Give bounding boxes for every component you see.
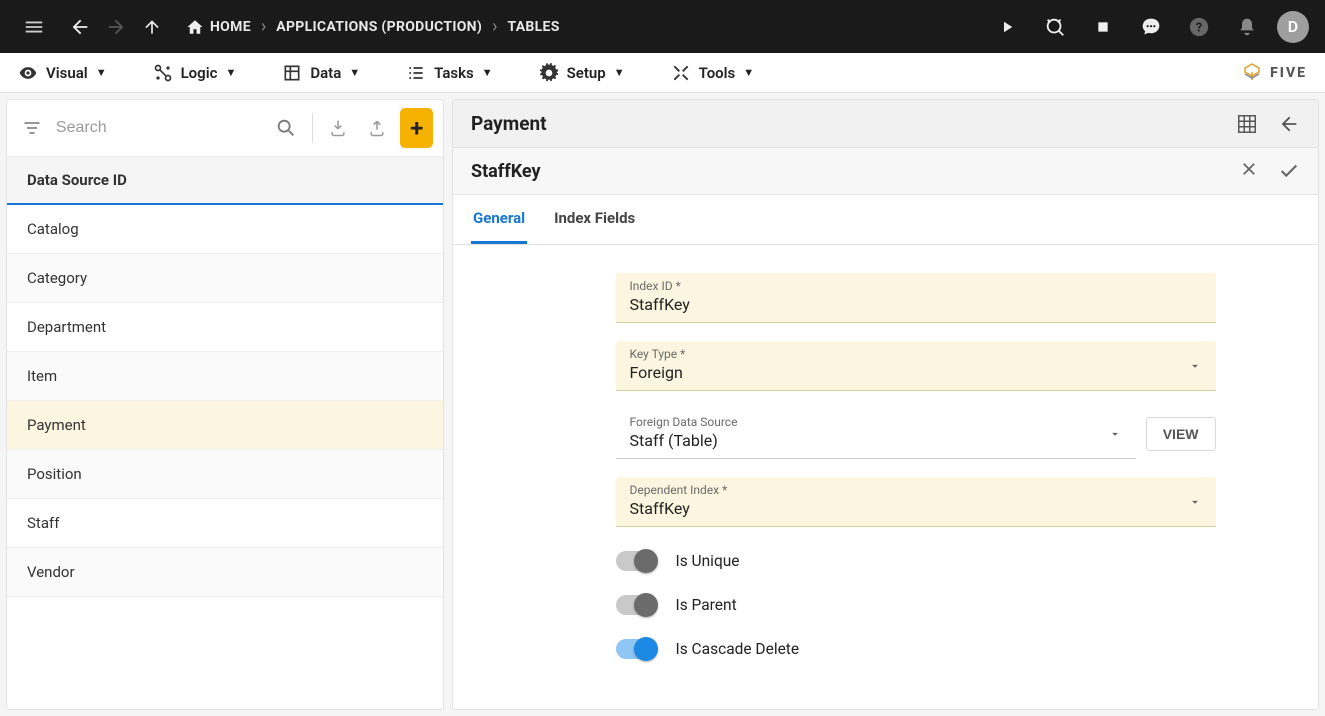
- field-label: Foreign Data Source: [630, 415, 1122, 429]
- field-key-type[interactable]: Key Type * Foreign: [616, 341, 1216, 391]
- search-input[interactable]: [56, 119, 263, 137]
- list-item[interactable]: Position: [7, 450, 443, 499]
- toggle-label: Is Unique: [676, 552, 740, 570]
- list-item[interactable]: Department: [7, 303, 443, 352]
- menu-tasks[interactable]: Tasks ▼: [406, 63, 492, 83]
- bell-icon[interactable]: [1229, 9, 1265, 45]
- field-foreign-data-source[interactable]: Foreign Data Source Staff (Table): [616, 409, 1136, 459]
- chevron-right-icon: ›: [492, 16, 497, 37]
- forward-icon: [98, 9, 134, 45]
- chevron-down-icon: ▼: [349, 66, 360, 79]
- play-icon[interactable]: [989, 9, 1025, 45]
- list-item[interactable]: Vendor: [7, 548, 443, 597]
- tab-general[interactable]: General: [471, 195, 527, 244]
- export-icon[interactable]: [362, 109, 393, 147]
- tab-index-fields[interactable]: Index Fields: [552, 195, 637, 244]
- toggle-is-unique[interactable]: [616, 551, 654, 571]
- field-value: StaffKey: [630, 499, 1202, 518]
- list-item[interactable]: Catalog: [7, 205, 443, 254]
- close-icon[interactable]: [1240, 160, 1258, 182]
- breadcrumb-home[interactable]: HOME: [186, 18, 251, 36]
- menu-tasks-label: Tasks: [434, 64, 474, 82]
- chevron-down-icon: ▼: [96, 66, 107, 79]
- field-label: Index ID *: [630, 279, 1202, 293]
- grid-view-icon[interactable]: [1236, 113, 1258, 135]
- menu-setup[interactable]: Setup ▼: [539, 63, 625, 83]
- avatar[interactable]: D: [1277, 11, 1309, 43]
- import-icon[interactable]: [323, 109, 354, 147]
- check-icon[interactable]: [1278, 160, 1300, 182]
- menu-setup-label: Setup: [567, 64, 606, 82]
- field-value: Staff (Table): [630, 431, 1122, 450]
- inspect-icon[interactable]: [1037, 9, 1073, 45]
- back-arrow-icon[interactable]: [1278, 113, 1300, 135]
- chevron-down-icon: ▼: [614, 66, 625, 79]
- field-value: Foreign: [630, 363, 1202, 382]
- chevron-down-icon: [1108, 427, 1122, 441]
- view-button[interactable]: VIEW: [1146, 417, 1216, 451]
- chevron-down-icon: [1188, 495, 1202, 509]
- filter-icon[interactable]: [17, 109, 48, 147]
- list-item[interactable]: Payment: [7, 401, 443, 450]
- menu-data-label: Data: [310, 64, 341, 82]
- toggle-is-cascade-delete[interactable]: [616, 639, 654, 659]
- chevron-down-icon: ▼: [482, 66, 493, 79]
- search-icon[interactable]: [271, 109, 302, 147]
- field-dependent-index[interactable]: Dependent Index * StaffKey: [616, 477, 1216, 527]
- chevron-down-icon: ▼: [743, 66, 754, 79]
- toggle-is-parent[interactable]: [616, 595, 654, 615]
- list-item[interactable]: Item: [7, 352, 443, 401]
- avatar-initial: D: [1288, 17, 1298, 36]
- menu-icon[interactable]: [16, 9, 52, 45]
- logo-text: FIVE: [1270, 65, 1307, 81]
- help-icon[interactable]: ?: [1181, 9, 1217, 45]
- toggle-label: Is Cascade Delete: [676, 640, 800, 658]
- menu-logic-label: Logic: [181, 64, 218, 82]
- back-icon[interactable]: [62, 9, 98, 45]
- menu-data[interactable]: Data ▼: [282, 63, 360, 83]
- chat-icon[interactable]: [1133, 9, 1169, 45]
- menu-visual[interactable]: Visual ▼: [18, 63, 107, 83]
- breadcrumb-apps[interactable]: APPLICATIONS (PRODUCTION): [276, 19, 482, 35]
- crumb-home-label: HOME: [210, 19, 251, 35]
- detail-subtitle: StaffKey: [471, 161, 541, 182]
- list-item[interactable]: Category: [7, 254, 443, 303]
- add-button[interactable]: +: [400, 108, 433, 148]
- crumb-tables-label: TABLES: [507, 19, 559, 35]
- up-icon[interactable]: [134, 9, 170, 45]
- list-header[interactable]: Data Source ID: [7, 157, 443, 205]
- menu-visual-label: Visual: [46, 64, 88, 82]
- field-label: Dependent Index *: [630, 483, 1202, 497]
- field-value: StaffKey: [630, 295, 1202, 314]
- chevron-down-icon: ▼: [225, 66, 236, 79]
- svg-text:?: ?: [1196, 20, 1202, 35]
- divider: [312, 113, 313, 143]
- field-label: Key Type *: [630, 347, 1202, 361]
- toggle-label: Is Parent: [676, 596, 737, 614]
- menu-tools[interactable]: Tools ▼: [671, 63, 755, 83]
- field-index-id[interactable]: Index ID * StaffKey: [616, 273, 1216, 323]
- logo: FIVE: [1240, 61, 1307, 85]
- breadcrumb-tables[interactable]: TABLES: [507, 19, 559, 35]
- chevron-right-icon: ›: [261, 16, 266, 37]
- chevron-down-icon: [1188, 359, 1202, 373]
- menu-logic[interactable]: Logic ▼: [153, 63, 237, 83]
- crumb-apps-label: APPLICATIONS (PRODUCTION): [276, 19, 482, 35]
- list-item[interactable]: Staff: [7, 499, 443, 548]
- stop-icon[interactable]: [1085, 9, 1121, 45]
- menu-tools-label: Tools: [699, 64, 736, 82]
- detail-title: Payment: [471, 112, 547, 135]
